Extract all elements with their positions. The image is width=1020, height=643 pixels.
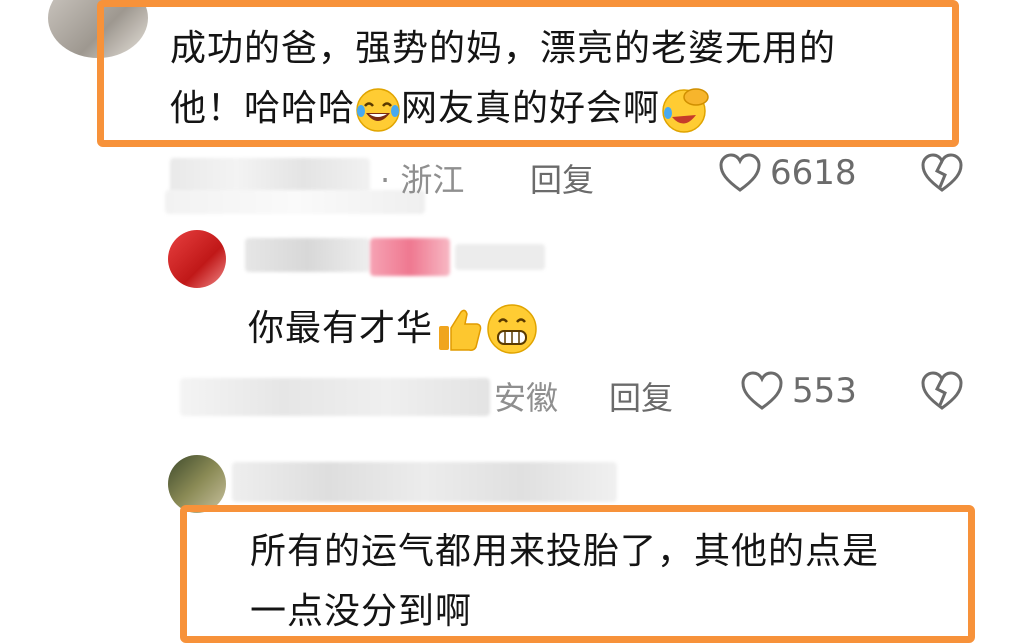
blurred-username xyxy=(455,244,545,270)
blurred-username xyxy=(232,462,617,502)
like-button[interactable]: 6618 xyxy=(718,153,857,193)
blurred-date xyxy=(170,158,370,194)
comment-fragment: 你最有才华 xyxy=(248,308,434,349)
grinning-icon xyxy=(485,302,539,356)
like-count: 6618 xyxy=(770,153,857,193)
comment-location: · 浙江 xyxy=(380,155,464,201)
heart-icon xyxy=(740,371,784,411)
like-button[interactable]: 553 xyxy=(740,371,857,411)
location-text: 浙江 xyxy=(400,161,465,199)
highlight-box xyxy=(180,505,975,643)
broken-heart-icon xyxy=(920,153,964,193)
avatar[interactable] xyxy=(168,230,226,288)
blurred-badge xyxy=(370,238,450,276)
separator: · xyxy=(380,161,391,199)
dislike-button[interactable] xyxy=(920,153,964,193)
heart-icon xyxy=(718,153,762,193)
reply-button[interactable]: 回复 xyxy=(530,155,594,201)
dislike-button[interactable] xyxy=(920,371,964,411)
highlight-box xyxy=(97,0,959,147)
thumbs-up-icon xyxy=(435,304,485,354)
blurred-date xyxy=(180,378,490,416)
blurred-username xyxy=(245,238,370,272)
broken-heart-icon xyxy=(920,371,964,411)
reply-button[interactable]: 回复 xyxy=(609,373,673,419)
like-count: 553 xyxy=(792,371,857,411)
location-text: 安徽 xyxy=(494,379,559,417)
reply-text: 你最有才华 xyxy=(248,300,539,358)
